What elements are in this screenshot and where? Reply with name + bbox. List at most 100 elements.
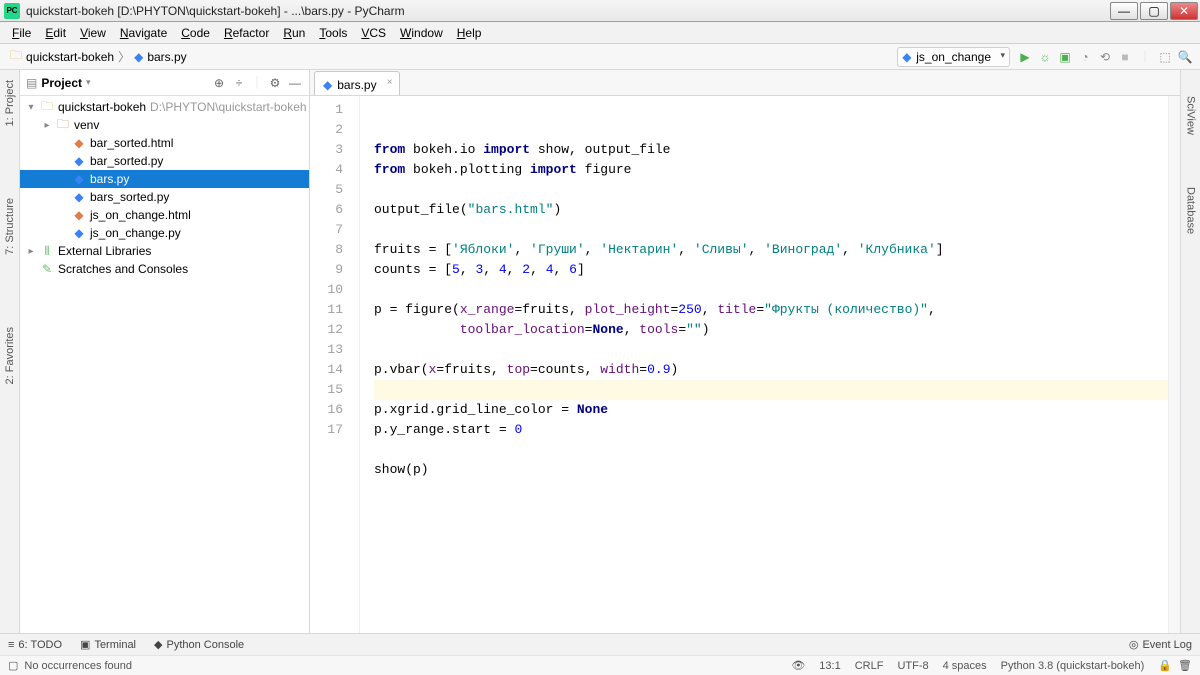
right-tab-database[interactable]: Database xyxy=(1183,181,1199,240)
close-button[interactable]: ✕ xyxy=(1170,2,1198,20)
editor-tab-bars[interactable]: ◆ bars.py × xyxy=(314,71,400,95)
project-panel-title[interactable]: Project xyxy=(41,76,82,90)
left-tab-favorites[interactable]: 2: Favorites xyxy=(2,321,18,390)
chevron-down-icon[interactable]: ▾ xyxy=(86,77,91,88)
minimize-button[interactable]: — xyxy=(1110,2,1138,20)
code-line[interactable]: counts = [5, 3, 4, 2, 4, 6] xyxy=(374,260,1180,280)
attach-icon[interactable]: ⟲ xyxy=(1098,50,1112,64)
py-icon: ◆ xyxy=(72,172,86,186)
profile-icon[interactable]: ◔ xyxy=(1078,50,1092,64)
code-line[interactable] xyxy=(374,180,1180,200)
python-console-tool-button[interactable]: ◆Python Console xyxy=(154,638,244,651)
tree-item[interactable]: ◆bars.py xyxy=(20,170,309,188)
menu-navigate[interactable]: Navigate xyxy=(114,24,173,42)
tree-item[interactable]: ▸🗀venv xyxy=(20,116,309,134)
tree-item-path: D:\PHYTON\quickstart-bokeh xyxy=(150,100,307,114)
close-tab-icon[interactable]: × xyxy=(387,77,393,88)
search-icon[interactable]: 🔍 xyxy=(1178,50,1192,64)
right-tab-sciview[interactable]: SciView xyxy=(1183,90,1199,141)
hide-icon[interactable]: — xyxy=(287,75,303,91)
menu-file[interactable]: File xyxy=(6,24,37,42)
code-line[interactable] xyxy=(374,280,1180,300)
tree-item[interactable]: ◆js_on_change.py xyxy=(20,224,309,242)
code-line[interactable]: from bokeh.plotting import figure xyxy=(374,160,1180,180)
status-bar: ▢ No occurrences found 👁 13:1 CRLF UTF-8… xyxy=(0,655,1200,675)
code-line[interactable]: from bokeh.io import show, output_file xyxy=(374,140,1180,160)
indent-info[interactable]: 4 spaces xyxy=(943,660,987,672)
editor-tabs: ◆ bars.py × xyxy=(310,70,1180,96)
run-config-selector[interactable]: ◆ js_on_change xyxy=(897,47,1010,67)
maximize-button[interactable]: ▢ xyxy=(1140,2,1168,20)
tree-item-label: Scratches and Consoles xyxy=(58,262,188,276)
terminal-icon: ▣ xyxy=(80,638,90,651)
tree-arrow-icon[interactable]: ▾ xyxy=(26,102,36,113)
tree-item[interactable]: ◆js_on_change.html xyxy=(20,206,309,224)
breadcrumb-root-label: quickstart-bokeh xyxy=(26,50,114,64)
tree-item[interactable]: ▾🗀quickstart-bokeh D:\PHYTON\quickstart-… xyxy=(20,98,309,116)
gear-icon[interactable]: ⚙ xyxy=(267,75,283,91)
code-line[interactable] xyxy=(374,220,1180,240)
tree-item[interactable]: ✎Scratches and Consoles xyxy=(20,260,309,278)
tree-item-label: External Libraries xyxy=(58,244,151,258)
hector-icon[interactable]: 👁 xyxy=(791,659,805,672)
navigation-bar: 🗀 quickstart-bokeh 〉 ◆ bars.py ◆ js_on_c… xyxy=(0,44,1200,70)
todo-tool-button[interactable]: ≡6: TODO xyxy=(8,639,62,651)
code-line[interactable]: p = figure(x_range=fruits, plot_height=2… xyxy=(374,300,1180,320)
coverage-icon[interactable]: ▣ xyxy=(1058,50,1072,64)
code-line[interactable]: p.y_range.start = 0 xyxy=(374,420,1180,440)
debug-icon[interactable]: ☼ xyxy=(1038,50,1052,64)
project-tree[interactable]: ▾🗀quickstart-bokeh D:\PHYTON\quickstart-… xyxy=(20,96,309,633)
code-line[interactable]: output_file("bars.html") xyxy=(374,200,1180,220)
editor-code-area[interactable]: from bokeh.io import show, output_filefr… xyxy=(360,96,1180,633)
code-line[interactable]: p.vbar(x=fruits, top=counts, width=0.9) xyxy=(374,360,1180,380)
menu-window[interactable]: Window xyxy=(394,24,449,42)
code-line[interactable] xyxy=(374,440,1180,460)
stop-icon[interactable]: ■ xyxy=(1118,50,1132,64)
tree-item[interactable]: ◆bar_sorted.py xyxy=(20,152,309,170)
menu-view[interactable]: View xyxy=(74,24,112,42)
tool-windows-icon[interactable]: ▢ xyxy=(8,659,18,672)
python-file-icon: ◆ xyxy=(323,78,332,92)
locate-icon[interactable]: ⊕ xyxy=(211,75,227,91)
menu-edit[interactable]: Edit xyxy=(39,24,72,42)
menu-tools[interactable]: Tools xyxy=(313,24,353,42)
trash-icon[interactable]: 🗑 xyxy=(1178,659,1192,672)
code-line[interactable] xyxy=(374,340,1180,360)
tree-item[interactable]: ▸ ⫴ External Libraries xyxy=(20,242,309,260)
interpreter-info[interactable]: Python 3.8 (quickstart-bokeh) xyxy=(1001,660,1145,672)
html-icon: ◆ xyxy=(72,208,86,222)
line-separator[interactable]: CRLF xyxy=(855,660,884,672)
lib-icon: ⫴ xyxy=(40,244,54,259)
code-line[interactable]: fruits = ['Яблоки', 'Груши', 'Нектарин',… xyxy=(374,240,1180,260)
expand-all-icon[interactable]: ÷ xyxy=(231,75,247,91)
tree-arrow-icon[interactable]: ▸ xyxy=(42,120,52,131)
html-icon: ◆ xyxy=(72,136,86,150)
tree-arrow-icon[interactable]: ▸ xyxy=(26,246,36,257)
caret-position[interactable]: 13:1 xyxy=(819,660,840,672)
menu-help[interactable]: Help xyxy=(451,24,488,42)
breadcrumb-root[interactable]: 🗀 quickstart-bokeh xyxy=(8,46,116,67)
breadcrumb-file[interactable]: ◆ bars.py xyxy=(132,50,189,64)
code-line[interactable] xyxy=(374,380,1180,400)
tree-item-label: bars_sorted.py xyxy=(90,190,169,204)
left-tab-structure[interactable]: 7: Structure xyxy=(2,192,18,261)
update-icon[interactable]: ⬚ xyxy=(1158,50,1172,64)
left-tab-project[interactable]: 1: Project xyxy=(2,74,18,132)
file-encoding[interactable]: UTF-8 xyxy=(897,660,928,672)
editor-gutter[interactable]: 1234567891011121314151617 xyxy=(310,96,360,633)
terminal-tool-button[interactable]: ▣Terminal xyxy=(80,638,136,651)
event-log-button[interactable]: ◎Event Log xyxy=(1129,638,1192,651)
code-line[interactable]: p.xgrid.grid_line_color = None xyxy=(374,400,1180,420)
code-line[interactable]: show(p) xyxy=(374,460,1180,480)
menu-run[interactable]: Run xyxy=(277,24,311,42)
menu-refactor[interactable]: Refactor xyxy=(218,24,275,42)
editor-error-stripe[interactable] xyxy=(1168,96,1180,633)
tree-item[interactable]: ◆bars_sorted.py xyxy=(20,188,309,206)
menu-code[interactable]: Code xyxy=(175,24,216,42)
code-line[interactable]: toolbar_location=None, tools="") xyxy=(374,320,1180,340)
lock-icon[interactable]: 🔒 xyxy=(1158,659,1172,672)
tree-item[interactable]: ◆ bar_sorted.html xyxy=(20,134,309,152)
menu-vcs[interactable]: VCS xyxy=(355,24,392,42)
run-icon[interactable]: ▶ xyxy=(1018,50,1032,64)
tree-item-label: bar_sorted.html xyxy=(90,136,173,150)
